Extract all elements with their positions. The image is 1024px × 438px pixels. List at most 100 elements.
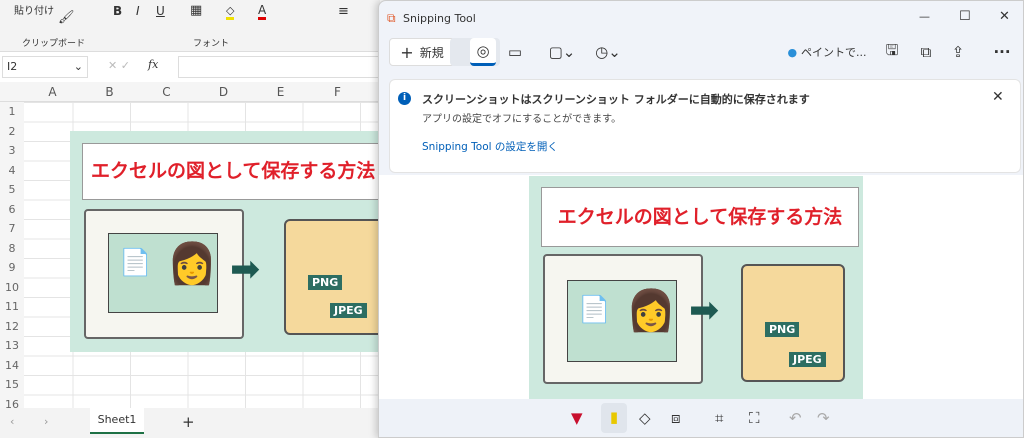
person-illustration: 👩	[626, 288, 676, 334]
video-icon[interactable]: ▭	[502, 38, 528, 66]
insert-function-button[interactable]: fx	[148, 58, 158, 71]
png-label: PNG	[765, 322, 800, 337]
spreadsheet-illustration: 📄 👩	[84, 209, 244, 339]
notice-title: スクリーンショットはスクリーンショット フォルダーに自動的に保存されます	[422, 93, 810, 106]
italic-button[interactable]: I	[136, 4, 140, 18]
save-icon[interactable]: 🖫	[879, 38, 905, 66]
add-sheet-button[interactable]: +	[182, 413, 195, 431]
arrow-icon: ➡	[689, 290, 720, 331]
column-header[interactable]: E	[252, 82, 309, 102]
more-icon[interactable]: ···	[989, 38, 1015, 66]
spreadsheet-illustration: 📄 👩	[543, 254, 703, 384]
ballpoint-pen-icon[interactable]: ▼	[571, 409, 583, 427]
snipping-tool-window: ⧉ Snipping Tool — ☐ ✕ + 新規 ◎ ▭ ▢⌄ ◷⌄ ● ペイン…	[378, 0, 1024, 438]
jpeg-label: JPEG	[330, 303, 367, 318]
document-icon: 📄	[578, 295, 611, 325]
sheet-tab-sheet1[interactable]: Sheet1	[90, 408, 144, 434]
excel-ribbon: 貼り付け 🖌 B I U ▦ ◇ A ≡ クリップボード フォント	[0, 0, 380, 52]
row-header[interactable]: 1	[0, 102, 24, 122]
maximize-button[interactable]: ☐	[959, 9, 971, 24]
minimize-button[interactable]: —	[919, 10, 930, 23]
name-box-value: I2	[7, 60, 18, 73]
clipboard-group-label: クリップボード	[22, 39, 86, 49]
column-header[interactable]: D	[195, 82, 252, 102]
align-left-icon[interactable]: ≡	[338, 4, 349, 19]
text-actions-icon[interactable]: ⛶	[749, 409, 760, 427]
camera-icon[interactable]: ◎	[470, 38, 496, 66]
underline-button[interactable]: U	[156, 4, 165, 18]
column-header[interactable]: A	[24, 82, 81, 102]
row-header[interactable]: 2	[0, 122, 24, 142]
folder-illustration: PNG JPEG	[284, 219, 384, 335]
row-header[interactable]: 10	[0, 278, 24, 298]
crop-icon[interactable]: ⌗	[715, 409, 723, 427]
copy-icon[interactable]: ⧉	[913, 38, 939, 66]
borders-icon[interactable]: ▦	[190, 3, 202, 18]
captured-image[interactable]: エクセルの図として保存する方法 📄 👩 ➡ PNG JPEG	[529, 176, 863, 399]
paste-button[interactable]: 貼り付け	[14, 2, 54, 17]
png-label: PNG	[308, 275, 343, 290]
highlighter-icon[interactable]: ▮	[601, 403, 627, 433]
edit-in-paint-button[interactable]: ● ペイントで...	[787, 38, 867, 66]
info-icon: i	[398, 92, 411, 105]
formula-bar: I2 ⌄ ✕ ✓ fx	[0, 54, 380, 80]
prev-sheet-button[interactable]: ‹	[10, 415, 14, 428]
snip-shape-dropdown[interactable]: ▢⌄	[547, 38, 577, 66]
sheet-tab-bar: ‹ › Sheet1 +	[0, 408, 380, 438]
name-box[interactable]: I2 ⌄	[2, 56, 88, 78]
bold-button[interactable]: B	[113, 4, 122, 18]
embedded-picture[interactable]: エクセルの図として保存する方法 📄 👩 ➡ PNG JPEG	[70, 131, 384, 352]
fill-color-icon[interactable]: ◇	[226, 4, 235, 20]
auto-save-notice: i スクリーンショットはスクリーンショット フォルダーに自動的に保存されます ア…	[389, 79, 1021, 173]
row-header[interactable]: 14	[0, 356, 24, 376]
row-header[interactable]: 6	[0, 200, 24, 220]
folder-illustration: PNG JPEG	[741, 264, 845, 382]
eraser-icon[interactable]: ◇	[639, 409, 651, 427]
document-icon: 📄	[119, 248, 152, 278]
cancel-icon[interactable]: ✕ ✓	[108, 59, 130, 72]
row-header[interactable]: 15	[0, 375, 24, 395]
dismiss-notice-button[interactable]: ✕	[992, 89, 1004, 105]
column-header[interactable]: F	[309, 82, 366, 102]
font-color-icon[interactable]: A	[258, 3, 267, 20]
markup-toolbar: ▼ ▮ ◇ ⧈ ⌗ ⛶ ↶ ↷	[379, 399, 1023, 437]
new-button[interactable]: + 新規	[389, 38, 455, 66]
sheet-tab-label: Sheet1	[97, 413, 137, 426]
row-header[interactable]: 3	[0, 141, 24, 161]
window-title: Snipping Tool	[403, 12, 476, 25]
column-header[interactable]: C	[138, 82, 195, 102]
timer-dropdown[interactable]: ◷⌄	[591, 38, 625, 66]
row-headers: 1 2 3 4 5 6 7 8 9 10 11 12 13 14 15 16	[0, 102, 24, 411]
row-header[interactable]: 12	[0, 317, 24, 337]
font-group-label: フォント	[193, 39, 230, 49]
format-painter-icon[interactable]: 🖌	[58, 10, 75, 25]
picture-title: エクセルの図として保存する方法	[82, 143, 382, 200]
jpeg-label: JPEG	[789, 352, 826, 367]
row-header[interactable]: 7	[0, 219, 24, 239]
redo-icon[interactable]: ↷	[817, 409, 830, 427]
row-header[interactable]: 5	[0, 180, 24, 200]
row-header[interactable]: 4	[0, 161, 24, 181]
row-header[interactable]: 11	[0, 297, 24, 317]
close-button[interactable]: ✕	[999, 9, 1010, 24]
paint-icon: ●	[787, 45, 798, 59]
row-header[interactable]: 13	[0, 336, 24, 356]
undo-icon[interactable]: ↶	[789, 409, 802, 427]
formula-input[interactable]	[178, 56, 380, 78]
plus-icon: +	[400, 42, 414, 62]
column-header[interactable]: B	[81, 82, 138, 102]
new-label: 新規	[419, 45, 444, 60]
paint-label: ペイントで...	[801, 46, 867, 59]
arrow-icon: ➡	[230, 249, 261, 290]
captured-title: エクセルの図として保存する方法	[541, 187, 859, 247]
row-header[interactable]: 9	[0, 258, 24, 278]
shapes-icon[interactable]: ⧈	[671, 409, 681, 427]
notice-body: アプリの設定でオフにすることができます。	[422, 114, 622, 125]
selected-image-illustration: 📄 👩	[108, 233, 218, 313]
share-icon[interactable]: ⇪	[945, 38, 971, 66]
next-sheet-button[interactable]: ›	[44, 415, 48, 428]
open-settings-link[interactable]: Snipping Tool の設定を開く	[422, 139, 558, 154]
row-header[interactable]: 8	[0, 239, 24, 259]
selected-image-illustration: 📄 👩	[567, 280, 677, 362]
person-illustration: 👩	[167, 241, 217, 287]
